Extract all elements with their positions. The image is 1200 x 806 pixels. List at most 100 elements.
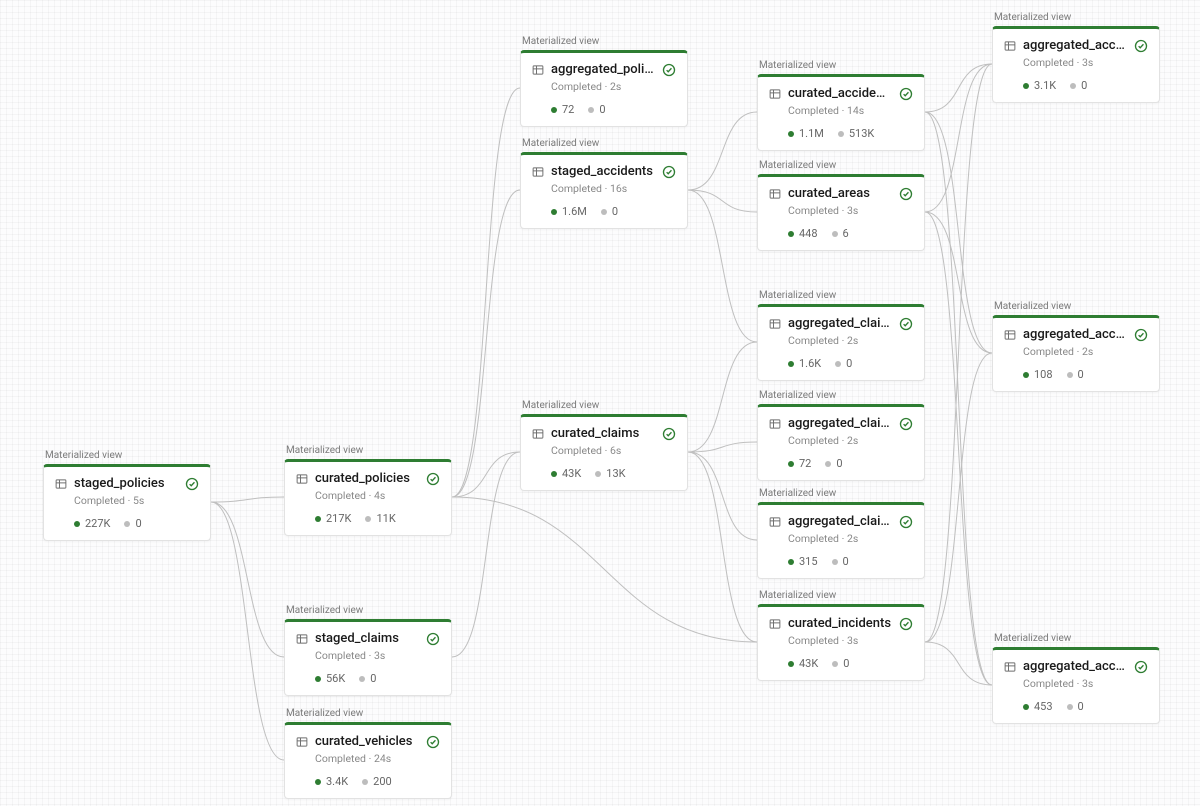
edge-curated_claims-to-agg_claim_3 <box>688 452 757 540</box>
node-metric-secondary: 11K <box>365 512 395 525</box>
node-type-label: Materialized view <box>284 445 452 456</box>
check-circle-icon <box>899 317 913 331</box>
node-agg_accid_3[interactable]: Materialized view aggregated_accid...Comp… <box>992 633 1160 724</box>
check-circle-icon <box>662 63 676 77</box>
table-icon <box>769 318 781 330</box>
node-metric-secondary: 13K <box>595 467 625 480</box>
node-card[interactable]: curated_claimsCompleted · 6s43K13K <box>520 414 688 491</box>
node-metric-primary: 3.1K <box>1023 79 1056 92</box>
table-icon <box>769 618 781 630</box>
check-circle-icon <box>662 427 676 441</box>
node-curated_accidents[interactable]: Materialized viewcurated_accidentsComple… <box>757 60 925 151</box>
node-agg_claim_2[interactable]: Materialized viewaggregated_claim...Comp… <box>757 390 925 481</box>
node-status: Completed · 4s <box>315 489 440 502</box>
node-card[interactable]: staged_policiesCompleted · 5s227K0 <box>43 464 211 541</box>
check-circle-icon <box>1134 328 1148 342</box>
check-circle-icon <box>899 617 913 631</box>
check-circle-icon <box>185 477 199 491</box>
edge-curated_incidents-to-agg_accid_1 <box>925 64 992 642</box>
node-metric-secondary: 0 <box>1070 79 1087 92</box>
node-card[interactable]: staged_claimsCompleted · 3s56K0 <box>284 619 452 696</box>
node-metric-primary: 217K <box>315 512 351 525</box>
edge-staged_policies-to-staged_claims <box>211 502 284 657</box>
edge-staged_policies-to-curated_policies <box>211 497 284 502</box>
node-curated_areas[interactable]: Materialized viewcurated_areasCompleted … <box>757 160 925 251</box>
node-type-label: Materialized view <box>992 633 1160 644</box>
node-metric-secondary: 0 <box>832 657 849 670</box>
node-card[interactable]: curated_policies Completed · 4s 217K 11K <box>284 459 452 536</box>
edge-curated_incidents-to-agg_accid_2 <box>925 353 992 642</box>
node-card[interactable]: curated_vehiclesCompleted · 24s3.4K200 <box>284 722 452 799</box>
check-circle-icon <box>899 515 913 529</box>
node-agg_accid_1[interactable]: Materialized viewaggregated_accid...Comp… <box>992 12 1160 103</box>
node-metric-secondary: 0 <box>835 357 852 370</box>
edge-curated_policies-to-staged_accidents <box>452 190 520 497</box>
node-status: Completed · 2s <box>788 434 913 447</box>
table-icon <box>55 478 67 490</box>
node-status: Completed · 2s <box>788 334 913 347</box>
node-curated_claims[interactable]: Materialized viewcurated_claimsCompleted… <box>520 400 688 491</box>
edge-staged_accidents-to-agg_claim_1 <box>688 190 757 342</box>
table-icon <box>532 428 544 440</box>
check-circle-icon <box>426 632 440 646</box>
node-card[interactable]: aggregated_claim...Completed · 2s1.6K0 <box>757 304 925 381</box>
node-metric-secondary: 0 <box>832 555 849 568</box>
node-agg_claim_1[interactable]: Materialized viewaggregated_claim...Comp… <box>757 290 925 381</box>
node-metric-primary: 1.6M <box>551 205 587 218</box>
node-status: Completed · 2s <box>1023 345 1148 358</box>
node-status: Completed · 3s <box>1023 56 1148 69</box>
node-agg_claim_3[interactable]: Materialized viewaggregated_claim...Comp… <box>757 488 925 579</box>
edge-staged_claims-to-curated_claims <box>452 452 520 657</box>
node-card[interactable]: aggregated_claim... Completed · 2s 72 0 <box>757 404 925 481</box>
node-card[interactable]: curated_accidentsCompleted · 14s1.1M513K <box>757 74 925 151</box>
node-metric-secondary: 200 <box>362 775 392 788</box>
node-curated_vehicles[interactable]: Materialized view curated_vehiclesComplet… <box>284 708 452 799</box>
node-staged_accidents[interactable]: Materialized viewstaged_accidentsComplet… <box>520 138 688 229</box>
node-curated_incidents[interactable]: Materialized viewcurated_incidentsComple… <box>757 590 925 681</box>
node-staged_claims[interactable]: Materialized view staged_claimsCompleted … <box>284 605 452 696</box>
table-icon <box>296 736 308 748</box>
node-type-label: Materialized view <box>43 450 211 461</box>
node-card[interactable]: aggregated_accid...Completed · 3s4530 <box>992 647 1160 724</box>
check-circle-icon <box>1134 39 1148 53</box>
node-card[interactable]: curated_incidentsCompleted · 3s43K0 <box>757 604 925 681</box>
table-icon <box>532 166 544 178</box>
node-status: Completed · 6s <box>551 444 676 457</box>
node-title: aggregated_claim... <box>788 416 892 431</box>
table-icon <box>296 633 308 645</box>
edge-curated_areas-to-agg_accid_1 <box>925 64 992 212</box>
table-icon <box>1004 40 1016 52</box>
node-curated_policies[interactable]: Materialized view curated_policies Complet… <box>284 445 452 536</box>
node-card[interactable]: curated_areasCompleted · 3s4486 <box>757 174 925 251</box>
node-metric-secondary: 0 <box>825 457 842 470</box>
node-metric-primary: 72 <box>788 457 811 470</box>
edge-curated_policies-to-aggregated_policies <box>452 88 520 497</box>
node-card[interactable]: aggregated_accid...Completed · 2s1080 <box>992 315 1160 392</box>
node-card[interactable]: staged_accidentsCompleted · 16s1.6M0 <box>520 152 688 229</box>
table-icon <box>1004 329 1016 341</box>
node-type-label: Materialized view <box>284 708 452 719</box>
node-staged_policies[interactable]: Materialized view staged_policies Complete… <box>43 450 211 541</box>
check-circle-icon <box>1134 660 1148 674</box>
check-circle-icon <box>899 417 913 431</box>
node-card[interactable]: aggregated_polici...Completed · 2s720 <box>520 50 688 127</box>
edge-staged_accidents-to-curated_accidents <box>688 112 757 190</box>
node-card[interactable]: aggregated_claim...Completed · 2s3150 <box>757 502 925 579</box>
node-status: Completed · 5s <box>74 494 199 507</box>
node-status: Completed · 3s <box>788 634 913 647</box>
node-metric-primary: 43K <box>551 467 581 480</box>
node-status: Completed · 24s <box>315 752 440 765</box>
node-title: staged_policies <box>74 476 178 491</box>
node-card[interactable]: aggregated_accid... Completed · 3s 3.1K 0 <box>992 26 1160 103</box>
node-agg_accid_2[interactable]: Materialized viewaggregated_accid...Comp… <box>992 301 1160 392</box>
table-icon <box>296 473 308 485</box>
node-title: aggregated_accid... <box>1023 38 1127 53</box>
node-metric-secondary: 0 <box>588 103 605 116</box>
node-aggregated_policies[interactable]: Materialized view aggregated_polici...Com… <box>520 36 688 127</box>
node-metric-secondary: 6 <box>832 227 849 240</box>
node-status: Completed · 3s <box>788 204 913 217</box>
node-type-label: Materialized view <box>520 36 688 47</box>
node-type-label: Materialized view <box>284 605 452 616</box>
node-title: curated_policies <box>315 471 419 486</box>
node-title: curated_incidents <box>788 616 892 631</box>
